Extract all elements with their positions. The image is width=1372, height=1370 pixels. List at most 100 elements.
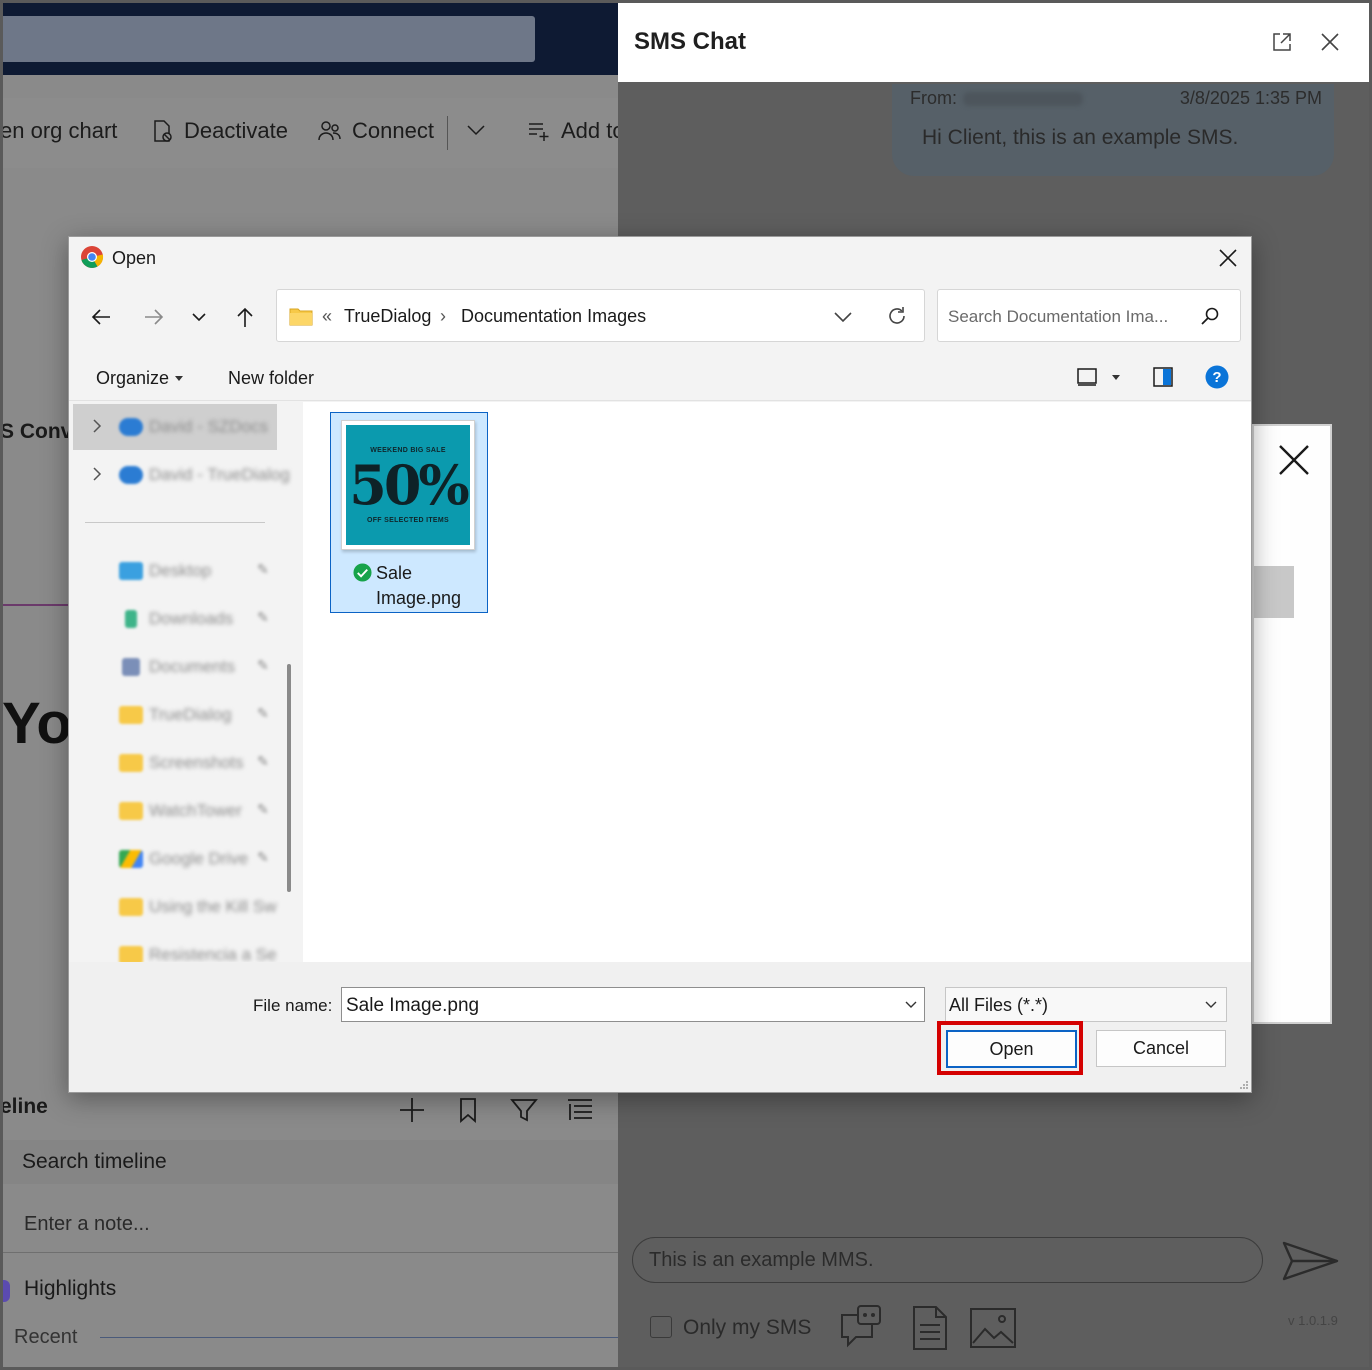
onedrive-icon: [119, 466, 143, 484]
deactivate-command[interactable]: Deactivate: [150, 118, 288, 144]
nav-item-folder[interactable]: Using the Kill Sw: [73, 884, 277, 930]
svg-text:?: ?: [1212, 369, 1221, 386]
command-separator: [447, 116, 448, 150]
nav-item-truedialog[interactable]: TrueDialog ✎: [73, 692, 277, 738]
add-list-icon: [529, 123, 549, 141]
thumbnail-big-text: 50%: [349, 453, 469, 517]
nav-item-desktop[interactable]: Desktop ✎: [73, 548, 277, 594]
close-icon[interactable]: [1217, 247, 1239, 269]
chevron-down-icon[interactable]: [904, 998, 918, 1012]
timeline-header: eline: [0, 1095, 48, 1118]
template-document-icon[interactable]: [906, 1303, 954, 1351]
search-placeholder: Search Documentation Ima...: [948, 307, 1169, 326]
navigation-scrollbar[interactable]: [287, 664, 291, 892]
chevron-right-icon[interactable]: [91, 466, 103, 482]
divider: [100, 1337, 620, 1338]
nav-item-downloads[interactable]: Downloads ✎: [73, 596, 277, 642]
file-item-selected[interactable]: WEEKEND BIG SALE 50% OFF SELECTED ITEMS …: [330, 412, 488, 613]
close-button[interactable]: [1316, 28, 1344, 56]
navigation-pane: David - SZDocs David - TrueDialog Deskto…: [69, 402, 303, 964]
modal-placeholder-block: [1254, 566, 1294, 618]
people-icon: [318, 121, 341, 141]
search-icon[interactable]: [1200, 306, 1220, 326]
command-label: Deactivate: [184, 118, 288, 143]
chevron-down-icon: [467, 125, 485, 136]
new-folder-button[interactable]: New folder: [228, 368, 314, 389]
nav-item-watchtower[interactable]: WatchTower ✎: [73, 788, 277, 834]
preview-pane-icon[interactable]: [1151, 365, 1175, 389]
organize-menu[interactable]: Organize: [96, 368, 184, 389]
message-text: Hi Client, this is an example SMS.: [922, 126, 1239, 149]
redacted-sender: [963, 92, 1083, 107]
file-name-line: Sale: [376, 563, 413, 583]
search-input[interactable]: Search Documentation Ima...: [937, 289, 1241, 342]
close-icon[interactable]: [1278, 444, 1310, 476]
timeline-actions: [398, 1096, 594, 1124]
chevron-down-icon: [1205, 1001, 1217, 1008]
open-file-dialog: Open « TrueDialog › Documentation Images…: [68, 236, 1252, 1093]
message-bubble: From: 3/8/2025 1:35 PM Hi Client, this i…: [892, 84, 1334, 176]
open-button[interactable]: Open: [946, 1030, 1077, 1068]
bot-chat-icon[interactable]: [838, 1303, 886, 1351]
note-input[interactable]: Enter a note...: [24, 1213, 150, 1236]
breadcrumb-segment-truedialog[interactable]: TrueDialog: [344, 306, 431, 327]
nav-item-screenshots[interactable]: Screenshots ✎: [73, 740, 277, 786]
from-label: From:: [910, 88, 957, 108]
nav-item-label: Screenshots: [149, 753, 244, 772]
pin-icon: ✎: [257, 657, 269, 673]
command-label: en org chart: [0, 118, 118, 143]
up-button[interactable]: [231, 303, 259, 331]
connect-command[interactable]: Connect: [318, 118, 434, 144]
chevron-right-icon[interactable]: [91, 418, 103, 434]
highlights-icon: [0, 1280, 10, 1302]
open-org-chart-command[interactable]: en org chart: [0, 118, 117, 144]
caret-down-icon[interactable]: [1112, 375, 1120, 380]
nav-item-cloud[interactable]: David - TrueDialog: [73, 452, 290, 498]
more-commands-chevron[interactable]: [464, 118, 488, 142]
chevron-down-icon[interactable]: [832, 306, 854, 328]
nav-divider: [85, 522, 265, 523]
breadcrumb-segment-documentation-images[interactable]: Documentation Images: [461, 306, 646, 327]
nav-item-documents[interactable]: Documents ✎: [73, 644, 277, 690]
chevron-down-icon: [192, 313, 206, 322]
recent-label: Recent: [14, 1326, 78, 1348]
pin-icon: ✎: [257, 849, 269, 865]
file-type-select[interactable]: All Files (*.*): [945, 987, 1227, 1022]
nav-item-cloud[interactable]: David - SZDocs: [73, 404, 277, 450]
send-icon[interactable]: [1282, 1240, 1340, 1282]
popout-button[interactable]: [1268, 28, 1296, 56]
file-name-line: Image.png: [376, 588, 462, 608]
image-attach-icon[interactable]: [968, 1303, 1016, 1351]
refresh-icon[interactable]: [886, 305, 908, 327]
message-compose-input[interactable]: This is an example MMS.: [632, 1237, 1263, 1283]
attachment-modal: [1252, 424, 1332, 1024]
documents-icon: [122, 658, 140, 676]
timeline-search[interactable]: Search timeline: [0, 1140, 620, 1184]
back-button[interactable]: [87, 303, 115, 331]
cancel-button[interactable]: Cancel: [1096, 1030, 1226, 1067]
forward-button[interactable]: [140, 303, 168, 331]
highlights-label[interactable]: Highlights: [24, 1277, 116, 1301]
only-my-sms-checkbox[interactable]: [650, 1316, 672, 1338]
message-sender: From:: [910, 88, 1083, 109]
resize-grip-icon[interactable]: [1239, 1080, 1249, 1090]
nav-item-google-drive[interactable]: Google Drive ✎: [73, 836, 277, 882]
nav-item-label: David - TrueDialog: [149, 465, 290, 484]
conversations-tab[interactable]: S Conv: [0, 420, 72, 444]
address-bar[interactable]: « TrueDialog › Documentation Images: [276, 289, 925, 342]
recent-locations-button[interactable]: [185, 303, 213, 331]
plus-icon[interactable]: [398, 1096, 426, 1124]
compose-text: This is an example MMS.: [649, 1249, 874, 1271]
sort-icon[interactable]: [566, 1096, 594, 1124]
breadcrumb-overflow[interactable]: «: [322, 306, 332, 327]
add-to-command[interactable]: Add to: [527, 118, 620, 144]
bookmark-icon[interactable]: [454, 1096, 482, 1124]
pin-icon: ✎: [257, 561, 269, 577]
view-layout-icon[interactable]: [1075, 365, 1099, 389]
folder-icon: [119, 898, 143, 916]
filter-icon[interactable]: [510, 1096, 538, 1124]
help-icon[interactable]: ?: [1205, 365, 1229, 389]
file-name-input[interactable]: Sale Image.png: [341, 987, 925, 1022]
file-name-value: Sale Image.png: [346, 995, 480, 1016]
global-search-box[interactable]: [0, 16, 535, 62]
